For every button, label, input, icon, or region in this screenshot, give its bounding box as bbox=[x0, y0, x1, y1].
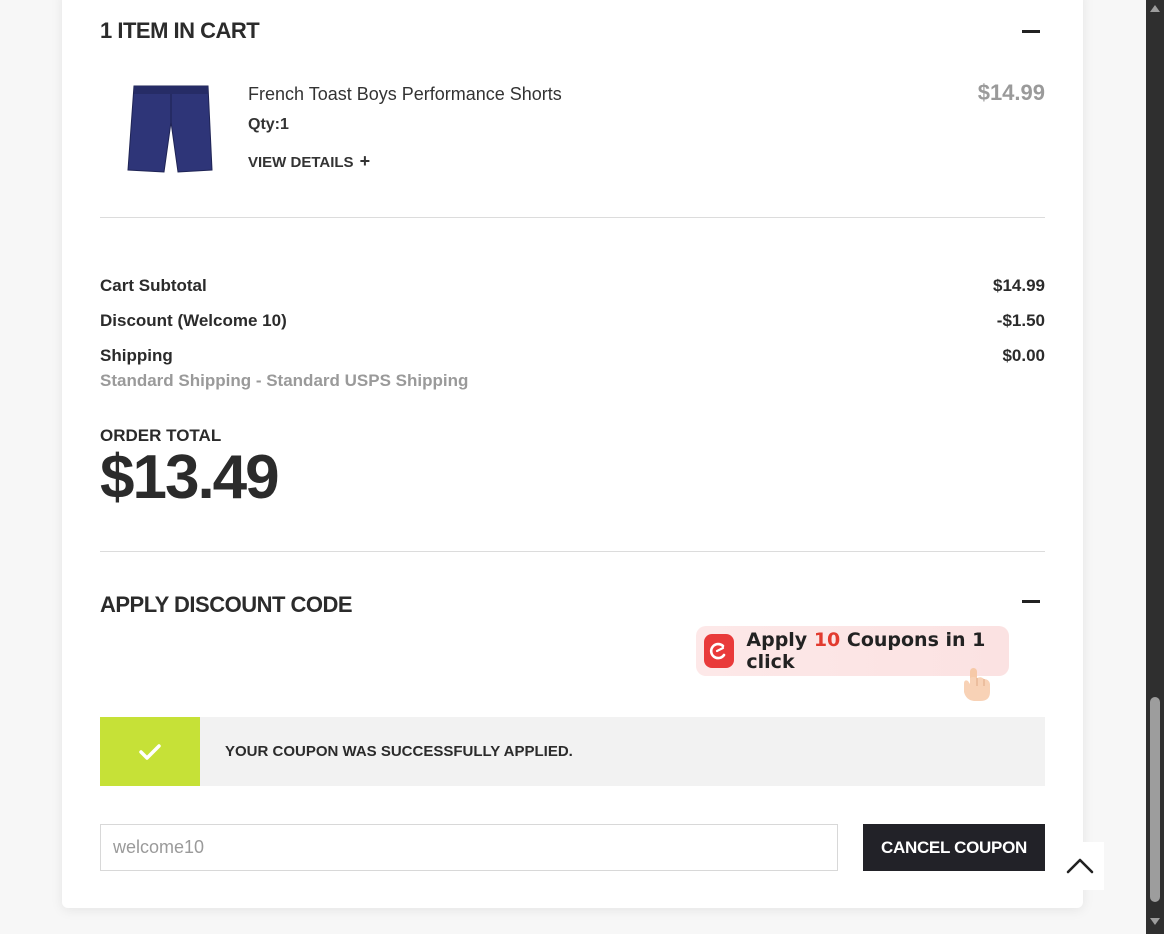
plus-icon: + bbox=[359, 151, 371, 171]
chevron-up-icon bbox=[1066, 858, 1094, 874]
shipping-method: Standard Shipping - Standard USPS Shippi… bbox=[100, 371, 469, 390]
cart-collapse-button[interactable] bbox=[1022, 30, 1040, 33]
checkmark-icon bbox=[100, 717, 200, 786]
pointing-hand-icon bbox=[964, 668, 990, 701]
product-qty: Qty:1 bbox=[248, 116, 289, 133]
scrollbar-thumb[interactable] bbox=[1150, 697, 1160, 902]
coupon-success-message: YOUR COUPON WAS SUCCESSFULLY APPLIED. bbox=[100, 717, 1045, 786]
divider bbox=[100, 217, 1045, 218]
coupon-code-input[interactable] bbox=[100, 824, 838, 871]
scroll-down-arrow-icon[interactable] bbox=[1150, 918, 1160, 925]
product-name[interactable]: French Toast Boys Performance Shorts bbox=[248, 84, 562, 105]
discount-label: Discount (Welcome 10) bbox=[100, 311, 287, 330]
product-price: $14.99 bbox=[977, 80, 1045, 105]
cancel-coupon-button[interactable]: CANCEL COUPON bbox=[863, 824, 1045, 871]
view-details-label: VIEW DETAILS bbox=[248, 154, 354, 171]
vertical-scrollbar[interactable] bbox=[1146, 0, 1164, 934]
order-total-value: $13.49 bbox=[100, 443, 280, 512]
shipping-value: $0.00 bbox=[1002, 346, 1045, 365]
subtotal-label: Cart Subtotal bbox=[100, 276, 207, 295]
discount-value: -$1.50 bbox=[996, 311, 1045, 330]
discount-collapse-button[interactable] bbox=[1022, 600, 1040, 603]
divider bbox=[100, 551, 1045, 552]
coupon-extension-logo-icon bbox=[704, 634, 735, 668]
shipping-label: Shipping bbox=[100, 346, 173, 365]
discount-title: APPLY DISCOUNT CODE bbox=[100, 592, 353, 617]
subtotal-value: $14.99 bbox=[993, 276, 1045, 295]
product-image[interactable] bbox=[120, 80, 220, 180]
success-text: YOUR COUPON WAS SUCCESSFULLY APPLIED. bbox=[225, 743, 573, 760]
view-details-toggle[interactable]: VIEW DETAILS + bbox=[248, 151, 371, 171]
scroll-to-top-button[interactable] bbox=[1056, 842, 1104, 890]
cart-title: 1 ITEM IN CART bbox=[100, 18, 260, 43]
scroll-up-arrow-icon[interactable] bbox=[1150, 5, 1160, 12]
